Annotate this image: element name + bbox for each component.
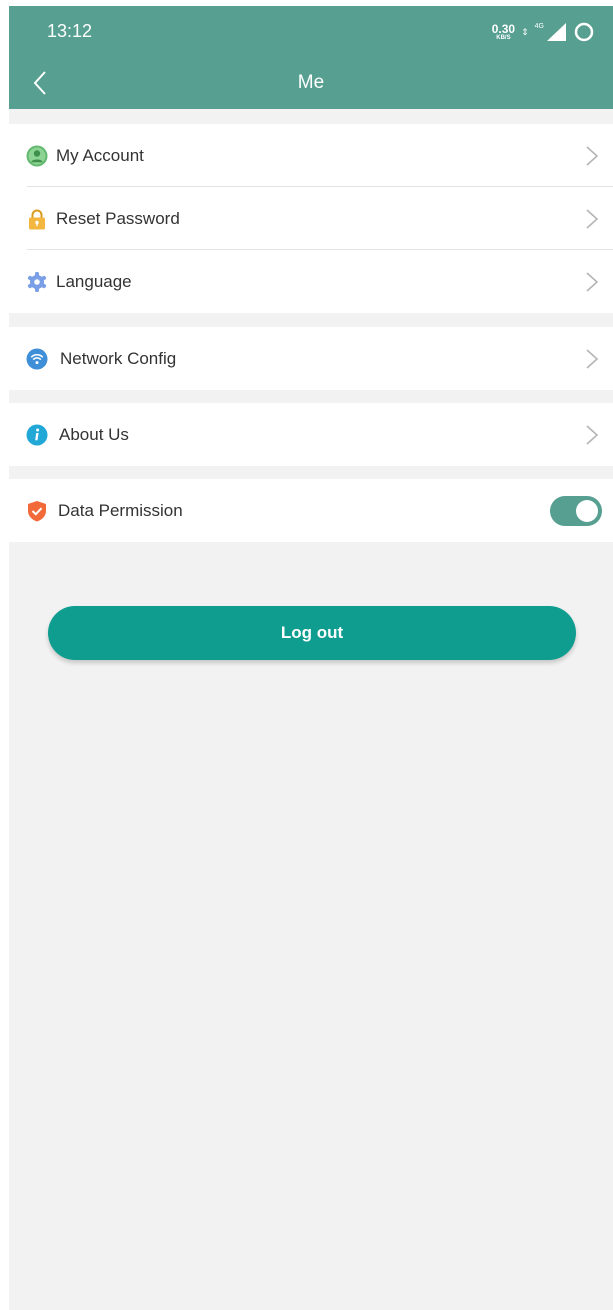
wifi-icon [26,348,48,369]
info-icon [26,424,48,445]
menu-item-label: My Account [56,145,144,165]
data-permission-toggle[interactable] [550,495,602,526]
screen: 13:12 0.30 KB/S ⇕ 4G Me My Account Reset… [9,6,613,1310]
lock-icon [29,209,45,229]
menu-item-network-config[interactable]: Network Config [9,327,613,390]
menu-item-reset-password[interactable]: Reset Password [9,187,613,250]
network-speed: 0.30 KB/S [492,23,515,41]
account-icon [26,145,48,166]
page-title: Me [297,72,325,93]
menu-item-about-us[interactable]: About Us [9,403,613,466]
shield-icon [28,500,46,521]
chevron-right-icon [586,145,599,166]
app-bar: Me [9,56,613,109]
logout-button[interactable]: Log out [48,606,576,660]
data-activity-icon: ⇕ [521,26,529,37]
menu-item-label: Data Permission [58,500,183,520]
menu-item-label: Reset Password [56,208,180,228]
about-group: About Us [9,403,613,466]
menu-item-data-permission: Data Permission [9,479,613,542]
chevron-right-icon [586,208,599,229]
network-group: Network Config [9,327,613,390]
chevron-right-icon [586,348,599,369]
signal-icon [547,23,566,41]
permission-group: Data Permission [9,479,613,542]
status-time: 13:12 [47,21,93,41]
menu-item-label: Language [56,271,132,291]
menu-item-label: About Us [59,424,129,444]
account-settings-group: My Account Reset Password Language [9,124,613,313]
network-speed-value: 0.30 [491,22,516,36]
battery-ring-icon [574,22,594,42]
chevron-right-icon [586,424,599,445]
menu-item-my-account[interactable]: My Account [9,124,613,187]
toggle-knob [576,499,598,522]
menu-item-label: Network Config [60,348,177,368]
gear-icon [27,271,47,292]
status-indicators: 0.30 KB/S ⇕ 4G [492,20,595,44]
status-bar: 13:12 0.30 KB/S ⇕ 4G [9,6,613,56]
chevron-right-icon [586,271,599,292]
network-type: 4G [534,22,544,30]
menu-item-language[interactable]: Language [9,250,613,313]
network-speed-unit: KB/S [496,35,511,41]
